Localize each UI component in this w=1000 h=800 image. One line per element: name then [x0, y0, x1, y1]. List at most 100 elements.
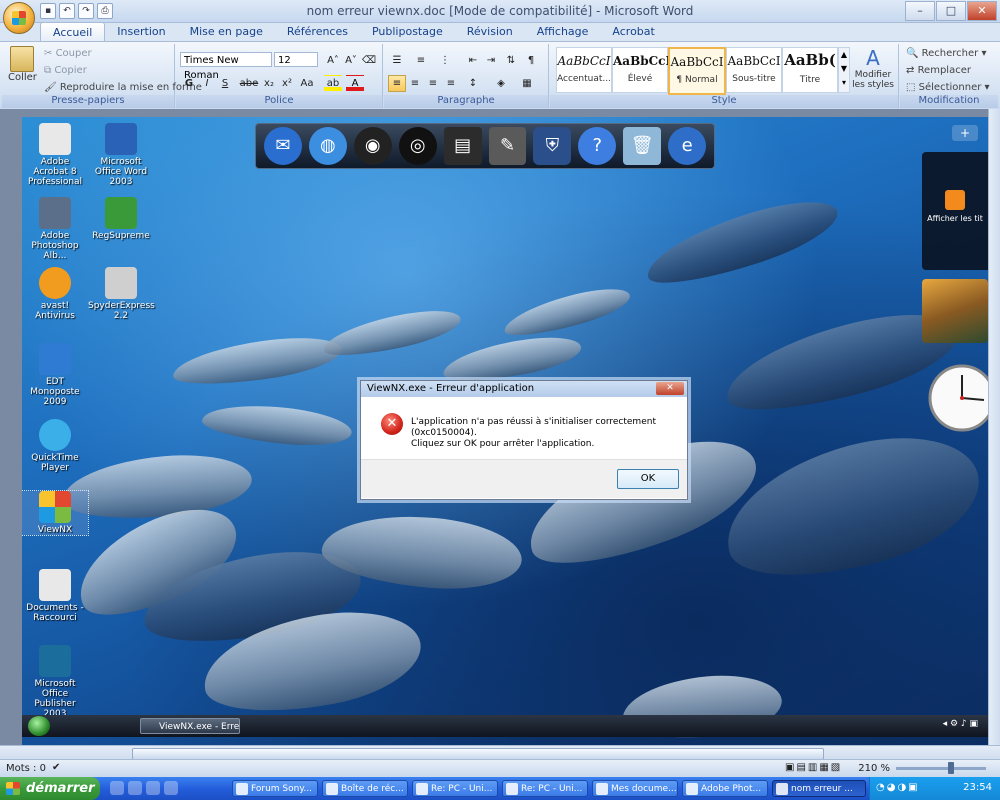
tab-affichage[interactable]: Affichage	[525, 22, 601, 42]
tab-publipostage[interactable]: Publipostage	[360, 22, 455, 42]
underline-button[interactable]: S	[216, 75, 234, 92]
align-right-icon[interactable]: ≡	[424, 75, 442, 92]
style-sous-titre[interactable]: AaBbCcI Sous-titre	[726, 47, 782, 93]
zoom-slider[interactable]	[896, 767, 986, 770]
desktop-icon[interactable]: EDT Monoposte 2009	[22, 343, 88, 407]
maximize-button[interactable]: □	[936, 1, 966, 21]
taskbar-item[interactable]: nom erreur ...	[772, 780, 866, 797]
proofing-icon[interactable]: ✔	[52, 762, 60, 773]
camera-icon[interactable]: ◉	[353, 127, 392, 165]
replace-button[interactable]: ⇄ Remplacer	[906, 65, 971, 76]
desktop-icon[interactable]: avast! Antivirus	[22, 267, 88, 321]
shrink-font-icon[interactable]: A˅	[342, 52, 360, 69]
help-icon[interactable]: ?	[578, 127, 617, 165]
view-buttons[interactable]: ▣▤▥▦▧	[785, 762, 842, 773]
subscript-button[interactable]: x₂	[260, 75, 278, 92]
vista-start-orb-icon[interactable]	[28, 716, 50, 736]
highlight-icon[interactable]: ab	[324, 75, 342, 92]
shading-icon[interactable]: ◈	[492, 75, 510, 92]
zoom-level[interactable]: 210 %	[858, 763, 890, 774]
clear-format-icon[interactable]: ⌫	[360, 52, 378, 69]
find-button[interactable]: 🔍 Rechercher ▾	[906, 48, 986, 59]
font-size-select[interactable]: 12	[274, 52, 318, 67]
desktop-icon[interactable]: SpyderExpress 2.2	[88, 267, 155, 321]
vertical-scrollbar[interactable]	[988, 109, 1000, 745]
tab-revision[interactable]: Révision	[455, 22, 525, 42]
taskbar-item[interactable]: Boîte de réc...	[322, 780, 408, 797]
style-eleve[interactable]: AaBbCcI Élevé	[612, 47, 671, 93]
style-titre[interactable]: AaBb( Titre	[782, 47, 838, 93]
pilcrow-icon[interactable]: ¶	[522, 52, 540, 69]
decrease-indent-icon[interactable]: ⇤	[464, 52, 482, 69]
feed-gadget[interactable]: Afficher les tit	[922, 152, 988, 270]
film-icon[interactable]: ▤	[443, 127, 482, 165]
numbering-icon[interactable]: ≡	[412, 52, 430, 69]
undo-icon[interactable]: ↶	[59, 3, 75, 19]
strikethrough-button[interactable]: abe	[238, 75, 260, 92]
styles-scroll[interactable]: ▲ ▼ ▾	[838, 47, 850, 93]
align-left-icon[interactable]: ≡	[388, 75, 406, 92]
desktop-icon[interactable]: RegSupreme	[88, 197, 154, 241]
quick-launch-icon[interactable]	[128, 781, 142, 795]
desktop-icon[interactable]: QuickTime Player	[22, 419, 88, 473]
save-icon[interactable]: ▪	[40, 3, 56, 19]
quick-launch-icon[interactable]	[110, 781, 124, 795]
globe-icon[interactable]: ◍	[308, 127, 347, 165]
style-accentuation[interactable]: AaBbCcI Accentuat...	[556, 47, 612, 93]
superscript-button[interactable]: x²	[278, 75, 296, 92]
tray-icons[interactable]: ◔◕◑▣	[876, 782, 920, 793]
taskbar-item[interactable]: Adobe Phot...	[682, 780, 768, 797]
taskbar-item[interactable]: Forum Sony...	[232, 780, 318, 797]
document-area[interactable]: Adobe Acrobat 8 Professional Microsoft O…	[0, 109, 988, 745]
minimize-button[interactable]: –	[905, 1, 935, 21]
cut-button[interactable]: ✂ Couper	[44, 48, 92, 59]
font-family-select[interactable]: Times New Roman	[180, 52, 272, 81]
italic-button[interactable]: I	[198, 75, 216, 92]
justify-icon[interactable]: ≡	[442, 75, 460, 92]
multilevel-icon[interactable]: ⋮	[436, 52, 454, 69]
quick-launch-icon[interactable]	[164, 781, 178, 795]
desktop-icon[interactable]: Microsoft Office Word 2003	[88, 123, 154, 187]
photo-gadget[interactable]	[922, 279, 988, 343]
select-button[interactable]: ⬚ Sélectionner ▾	[906, 82, 990, 93]
tab-acrobat[interactable]: Acrobat	[600, 22, 666, 42]
tab-mise-en-page[interactable]: Mise en page	[178, 22, 275, 42]
bold-button[interactable]: G	[180, 75, 198, 92]
start-button[interactable]: démarrer	[0, 777, 100, 800]
clock-gadget[interactable]	[922, 355, 988, 441]
increase-indent-icon[interactable]: ⇥	[482, 52, 500, 69]
style-normal[interactable]: AaBbCcI ¶ Normal	[668, 47, 726, 95]
print-icon[interactable]: ⎙	[97, 3, 113, 19]
font-color-icon[interactable]: A	[346, 75, 364, 92]
paste-button[interactable]: Coller	[8, 46, 37, 83]
speaker-icon[interactable]: ◎	[398, 127, 437, 165]
taskbar-item[interactable]: Mes docume...	[592, 780, 678, 797]
bullets-icon[interactable]: ☰	[388, 52, 406, 69]
redo-icon[interactable]: ↷	[78, 3, 94, 19]
taskbar-item[interactable]: Re: PC - Uni...	[412, 780, 498, 797]
quick-launch-icon[interactable]	[146, 781, 160, 795]
modify-styles-button[interactable]: A Modifier les styles	[850, 46, 896, 90]
zoom-slider-knob[interactable]	[948, 762, 954, 774]
sort-icon[interactable]: ⇅	[502, 52, 520, 69]
align-center-icon[interactable]: ≡	[406, 75, 424, 92]
horizontal-scrollbar[interactable]	[0, 745, 1000, 760]
tab-insertion[interactable]: Insertion	[105, 22, 177, 42]
add-gadget-button[interactable]: +	[952, 125, 978, 141]
desktop-icon[interactable]: Microsoft Office Publisher 2003	[22, 645, 88, 719]
desktop-icon[interactable]: Adobe Acrobat 8 Professional	[22, 123, 88, 187]
desktop-icon[interactable]: ViewNX	[22, 490, 89, 536]
desktop-icon[interactable]: Adobe Photoshop Alb...	[22, 197, 88, 261]
office-button[interactable]	[3, 2, 35, 34]
tab-accueil[interactable]: Accueil	[40, 22, 106, 43]
line-spacing-icon[interactable]: ↕	[464, 75, 482, 92]
inner-taskbar-item[interactable]: ViewNX.exe - Erreur ...	[140, 718, 240, 734]
trash-icon[interactable]: 🗑	[623, 127, 662, 165]
grow-font-icon[interactable]: A˄	[324, 52, 342, 69]
borders-icon[interactable]: ▦	[518, 75, 536, 92]
copy-button[interactable]: ⧉ Copier	[44, 65, 87, 76]
change-case-button[interactable]: Aa	[298, 75, 316, 92]
internet-explorer-icon[interactable]: e	[668, 127, 707, 165]
shield-icon[interactable]: ⛨	[533, 127, 572, 165]
close-button[interactable]: ✕	[967, 1, 997, 21]
